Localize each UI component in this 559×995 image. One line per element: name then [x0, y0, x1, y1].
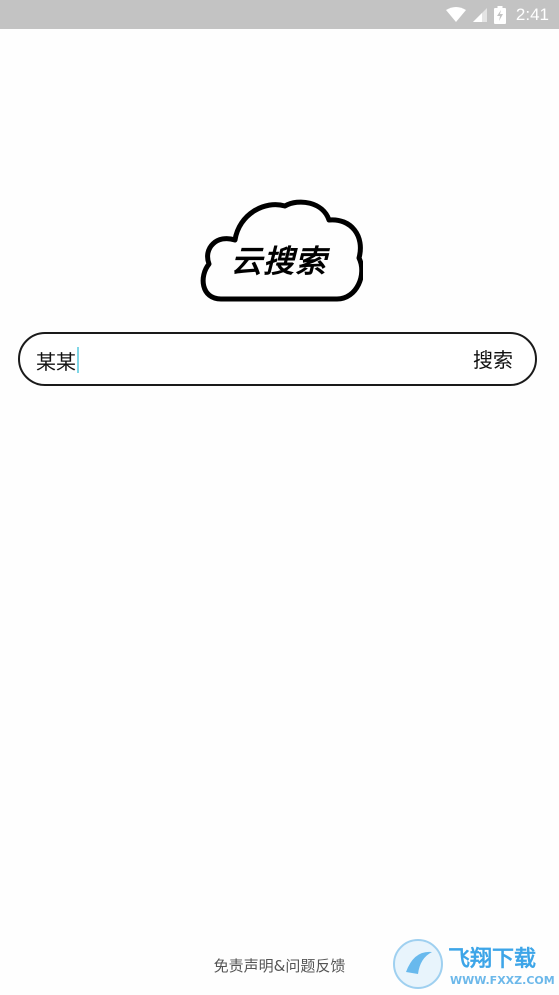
- status-time: 2:41: [515, 4, 549, 24]
- text-caret: [77, 347, 79, 373]
- cloud-logo: 云搜索: [195, 196, 363, 308]
- watermark: 飞翔下载 WWW.FXXZ.COM: [392, 936, 554, 992]
- search-input[interactable]: 某某: [36, 347, 79, 374]
- search-button[interactable]: 搜索: [473, 347, 513, 373]
- battery-icon: [493, 5, 506, 24]
- cell-signal-icon: [472, 7, 488, 23]
- status-icons: 2:41: [445, 0, 549, 29]
- watermark-url: WWW.FXXZ.COM: [450, 974, 554, 987]
- search-input-value: 某某: [36, 349, 76, 374]
- wifi-icon: [445, 6, 466, 23]
- search-bar: 某某 搜索: [18, 332, 537, 386]
- status-bar: 2:41: [0, 0, 559, 29]
- watermark-title: 飞翔下载: [448, 946, 536, 972]
- logo-text: 云搜索: [231, 244, 327, 280]
